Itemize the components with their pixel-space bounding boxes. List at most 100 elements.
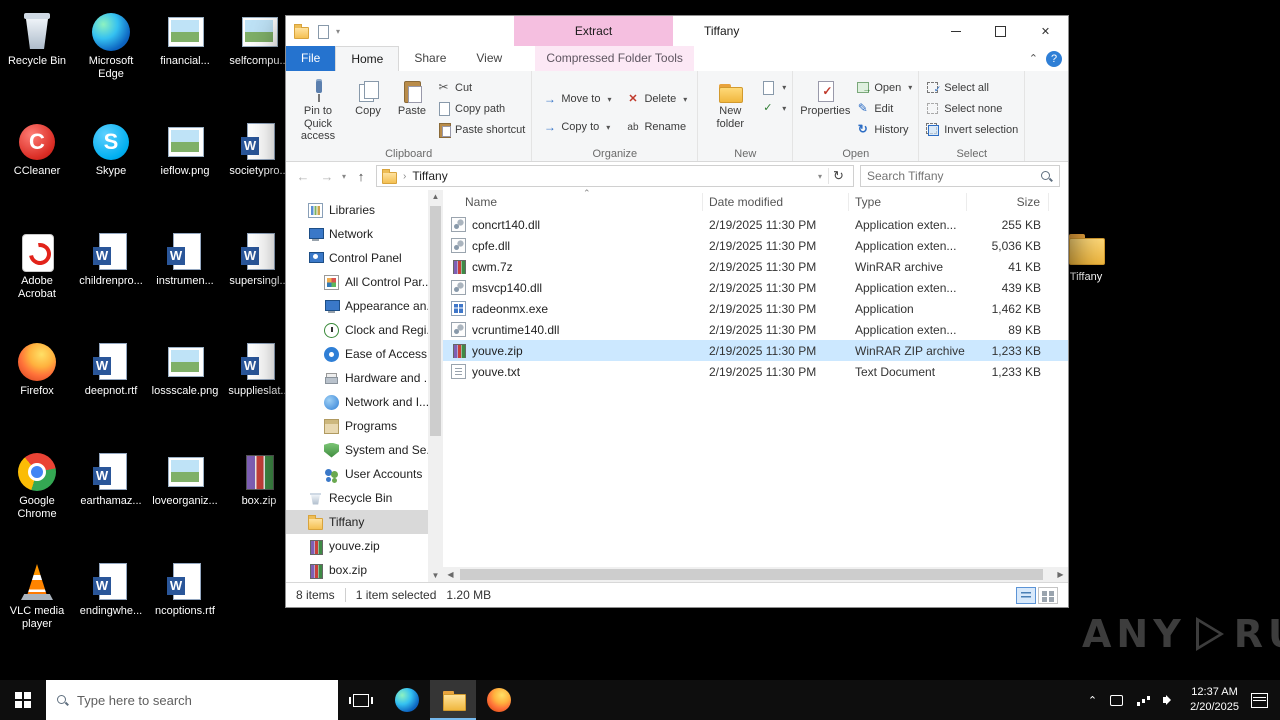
address-dropdown-icon[interactable] bbox=[818, 172, 822, 181]
edit-button[interactable]: Edit bbox=[855, 100, 912, 117]
nav-item[interactable]: Programs bbox=[286, 414, 428, 438]
nav-item[interactable]: Network and I... bbox=[286, 390, 428, 414]
tray-app-icon[interactable] bbox=[1109, 694, 1124, 707]
paste-button[interactable]: Paste bbox=[392, 75, 432, 145]
nav-item[interactable]: Control Panel bbox=[286, 246, 428, 270]
help-icon[interactable] bbox=[1046, 50, 1062, 67]
taskbar-clock[interactable]: 12:37 AM 2/20/2025 bbox=[1190, 685, 1239, 715]
column-header-date-modified[interactable]: Date modified bbox=[703, 193, 849, 211]
nav-item[interactable]: Libraries bbox=[286, 198, 428, 222]
new-folder-button[interactable]: New folder bbox=[704, 75, 756, 145]
tab-compressed-folder-tools[interactable]: Compressed Folder Tools bbox=[535, 46, 695, 71]
delete-button[interactable]: Delete bbox=[625, 91, 687, 108]
desktop-icon[interactable]: Adobe Acrobat bbox=[0, 232, 74, 342]
desktop-icon[interactable]: VLC media player bbox=[0, 562, 74, 672]
desktop-icon[interactable]: endingwhe... bbox=[74, 562, 148, 672]
desktop-icon[interactable]: childrenpro... bbox=[74, 232, 148, 342]
qat-properties-icon[interactable] bbox=[315, 24, 330, 39]
desktop-icon[interactable]: instrumen... bbox=[148, 232, 222, 342]
desktop-icon[interactable]: Microsoft Edge bbox=[74, 12, 148, 122]
taskbar-search[interactable] bbox=[46, 680, 338, 720]
scroll-down-icon[interactable]: ▼ bbox=[428, 571, 443, 580]
invert-selection-button[interactable]: Invert selection bbox=[925, 121, 1018, 138]
desktop-icon[interactable]: Firefox bbox=[0, 342, 74, 452]
tab-home[interactable]: Home bbox=[335, 46, 400, 71]
nav-item[interactable]: youve.zip bbox=[286, 534, 428, 558]
file-row[interactable]: concrt140.dll 2/19/2025 11:30 PM Applica… bbox=[443, 214, 1068, 235]
minimize-button[interactable] bbox=[933, 16, 978, 46]
collapse-ribbon-icon[interactable] bbox=[1029, 52, 1038, 65]
open-button[interactable]: Open bbox=[855, 79, 912, 97]
scrollbar-thumb[interactable] bbox=[430, 206, 441, 436]
taskbar-search-input[interactable] bbox=[77, 692, 328, 708]
easy-access-button[interactable] bbox=[760, 100, 786, 117]
volume-icon[interactable] bbox=[1163, 694, 1178, 707]
nav-item[interactable]: Network bbox=[286, 222, 428, 246]
select-none-button[interactable]: Select none bbox=[925, 100, 1018, 117]
paste-shortcut-button[interactable]: Paste shortcut bbox=[436, 121, 525, 138]
up-button[interactable] bbox=[352, 169, 370, 184]
nav-item[interactable]: User Accounts bbox=[286, 462, 428, 486]
taskbar-app-edge[interactable] bbox=[384, 680, 430, 720]
close-button[interactable] bbox=[1023, 16, 1068, 46]
recent-locations-dropdown-icon[interactable] bbox=[342, 172, 346, 181]
file-row[interactable]: youve.txt 2/19/2025 11:30 PM Text Docume… bbox=[443, 361, 1068, 382]
refresh-icon[interactable] bbox=[828, 168, 848, 184]
navigation-scrollbar[interactable]: ▲ ▼ bbox=[428, 190, 443, 582]
file-row[interactable]: msvcp140.dll 2/19/2025 11:30 PM Applicat… bbox=[443, 277, 1068, 298]
desktop-icon[interactable]: Google Chrome bbox=[0, 452, 74, 562]
search-icon[interactable] bbox=[1040, 170, 1053, 183]
nav-item[interactable]: Clock and Regi... bbox=[286, 318, 428, 342]
desktop-icon[interactable]: deepnot.rtf bbox=[74, 342, 148, 452]
desktop-icon[interactable]: CCleaner bbox=[0, 122, 74, 232]
tab-file[interactable]: File bbox=[286, 46, 336, 71]
desktop-icon[interactable]: Skype bbox=[74, 122, 148, 232]
action-center-icon[interactable] bbox=[1251, 692, 1268, 708]
show-hidden-icons-icon[interactable] bbox=[1088, 694, 1097, 707]
file-row[interactable]: cpfe.dll 2/19/2025 11:30 PM Application … bbox=[443, 235, 1068, 256]
copy-to-button[interactable]: Copy to bbox=[542, 119, 611, 136]
copy-button[interactable]: Copy bbox=[348, 75, 388, 145]
scroll-right-icon[interactable]: ▶ bbox=[1053, 570, 1068, 579]
column-header-type[interactable]: Type bbox=[849, 193, 967, 211]
nav-item[interactable]: Recycle Bin bbox=[286, 486, 428, 510]
tab-view[interactable]: View bbox=[461, 46, 517, 71]
nav-item[interactable]: Hardware and ... bbox=[286, 366, 428, 390]
column-header-size[interactable]: Size bbox=[967, 193, 1049, 211]
history-button[interactable]: History bbox=[855, 121, 912, 138]
scroll-left-icon[interactable]: ◀ bbox=[443, 570, 458, 579]
maximize-button[interactable] bbox=[978, 16, 1023, 46]
nav-item[interactable]: Tiffany bbox=[286, 510, 428, 534]
file-row[interactable]: youve.zip 2/19/2025 11:30 PM WinRAR ZIP … bbox=[443, 340, 1068, 361]
nav-item[interactable]: box.zip bbox=[286, 558, 428, 582]
horizontal-scrollbar[interactable]: ◀ ▶ bbox=[443, 567, 1068, 582]
scroll-up-icon[interactable]: ▲ bbox=[428, 192, 443, 201]
qat-dropdown-icon[interactable] bbox=[336, 27, 340, 36]
rename-button[interactable]: Rename bbox=[625, 119, 687, 136]
network-icon[interactable] bbox=[1136, 694, 1151, 707]
title-bar[interactable]: Extract Tiffany bbox=[286, 16, 1068, 46]
taskbar-app-firefox[interactable] bbox=[476, 680, 522, 720]
desktop-icon[interactable]: lossscale.png bbox=[148, 342, 222, 452]
desktop-icon[interactable]: Recycle Bin bbox=[0, 12, 74, 122]
tab-share[interactable]: Share bbox=[399, 46, 461, 71]
desktop-icon[interactable]: ncoptions.rtf bbox=[148, 562, 222, 672]
cut-button[interactable]: Cut bbox=[436, 79, 525, 96]
column-header-name[interactable]: Name bbox=[443, 193, 703, 211]
copy-path-button[interactable]: Copy path bbox=[436, 100, 525, 117]
forward-button[interactable] bbox=[318, 169, 336, 184]
address-bar[interactable]: Tiffany bbox=[376, 165, 854, 187]
details-view-button[interactable] bbox=[1016, 586, 1036, 604]
search-box[interactable] bbox=[860, 165, 1060, 187]
taskbar-app-file-explorer[interactable] bbox=[430, 680, 476, 720]
search-input[interactable] bbox=[867, 169, 1036, 183]
nav-item[interactable]: All Control Par... bbox=[286, 270, 428, 294]
select-all-button[interactable]: Select all bbox=[925, 79, 1018, 97]
new-item-button[interactable] bbox=[760, 79, 786, 96]
desktop-icon[interactable]: earthamaz... bbox=[74, 452, 148, 562]
back-button[interactable] bbox=[294, 169, 312, 184]
pin-to-quick-access-button[interactable]: Pin to Quick access bbox=[292, 75, 344, 145]
file-row[interactable]: vcruntime140.dll 2/19/2025 11:30 PM Appl… bbox=[443, 319, 1068, 340]
desktop-icon[interactable]: ieflow.png bbox=[148, 122, 222, 232]
start-button[interactable] bbox=[0, 680, 46, 720]
